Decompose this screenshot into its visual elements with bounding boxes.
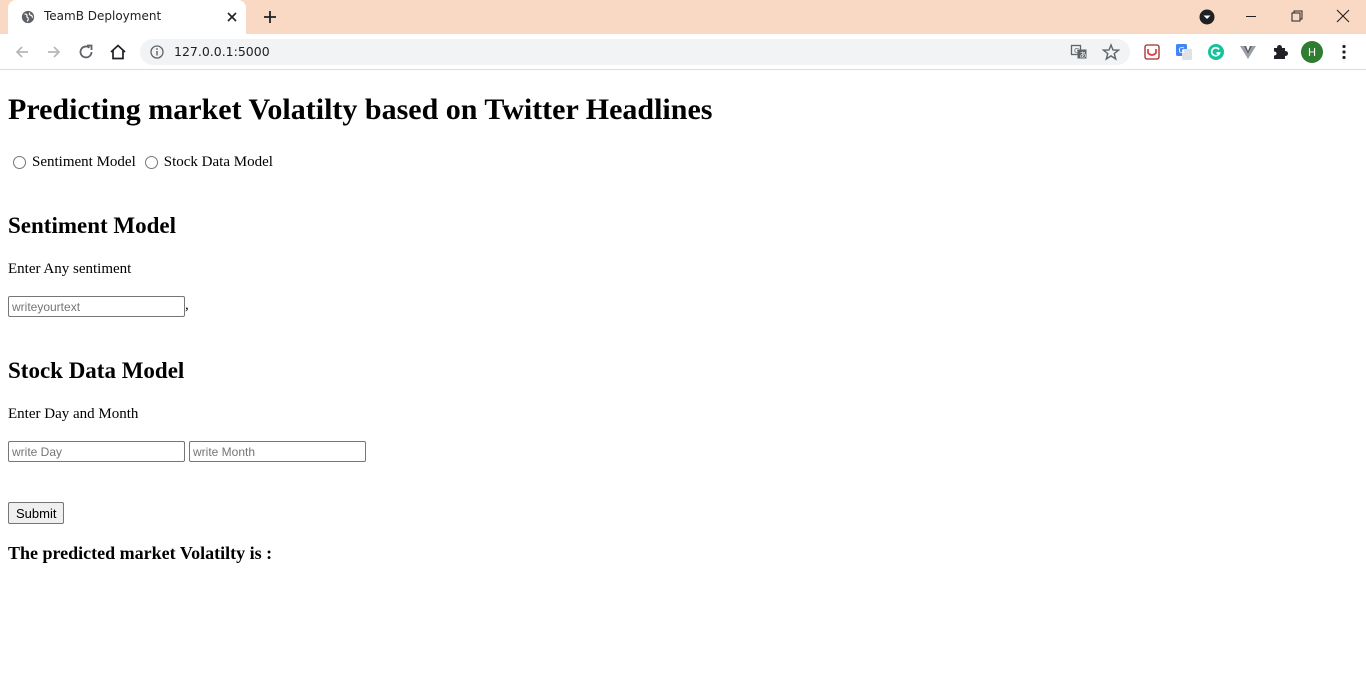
day-input[interactable]: [8, 441, 185, 462]
reload-button[interactable]: [76, 42, 96, 62]
tab-search-icon[interactable]: [1198, 8, 1216, 26]
kebab-menu-icon: [1342, 44, 1346, 60]
extensions-button[interactable]: [1270, 42, 1290, 62]
close-icon: [1336, 9, 1350, 23]
url-text: 127.0.0.1:5000: [174, 44, 270, 59]
svg-text:G: G: [1179, 46, 1185, 55]
puzzle-icon: [1274, 45, 1288, 59]
back-arrow-icon: [15, 46, 28, 58]
prediction-result: The predicted market Volatilty is :: [8, 543, 273, 563]
globe-icon: [21, 10, 35, 24]
star-icon[interactable]: [1102, 43, 1120, 61]
stock-heading: Stock Data Model: [8, 358, 185, 383]
trailing-comma: ,: [185, 297, 189, 313]
tab-strip: TeamB Deployment: [0, 0, 1366, 34]
info-icon[interactable]: [150, 45, 164, 59]
sentiment-heading: Sentiment Model: [8, 213, 177, 238]
reload-icon: [79, 44, 93, 59]
pocket-extension[interactable]: [1142, 42, 1162, 62]
pocket-icon: [1144, 44, 1160, 60]
model-selector: Sentiment Model Stock Data Model: [8, 152, 277, 172]
browser-toolbar: 127.0.0.1:5000 G あ G H: [0, 34, 1366, 70]
month-input[interactable]: [189, 441, 366, 462]
restore-icon: [1291, 10, 1303, 22]
browser-tab[interactable]: TeamB Deployment: [8, 0, 246, 34]
back-button[interactable]: [12, 42, 32, 62]
sentiment-input[interactable]: [8, 296, 185, 317]
window-close-button[interactable]: [1320, 0, 1366, 32]
grammarly-icon: [1208, 44, 1224, 60]
sentiment-prompt: Enter Any sentiment: [8, 261, 132, 277]
radio-stock-data-model[interactable]: [144, 155, 158, 169]
close-icon[interactable]: [224, 9, 240, 25]
minimize-icon: [1246, 16, 1256, 17]
browser-menu-button[interactable]: [1334, 42, 1354, 62]
translate-icon[interactable]: G あ: [1070, 43, 1088, 61]
radio-stock-label: Stock Data Model: [163, 153, 273, 170]
forward-button[interactable]: [44, 42, 64, 62]
vuetify-icon: [1240, 46, 1256, 59]
address-bar[interactable]: 127.0.0.1:5000 G あ: [140, 39, 1130, 65]
vuetify-extension[interactable]: [1238, 42, 1258, 62]
home-icon: [110, 44, 126, 60]
svg-text:あ: あ: [1080, 51, 1087, 59]
radio-sentiment-label: Sentiment Model: [32, 153, 136, 170]
google-translate-icon: G: [1176, 44, 1192, 60]
radio-sentiment-model[interactable]: [13, 155, 26, 169]
minimize-button[interactable]: [1228, 0, 1274, 32]
home-button[interactable]: [108, 42, 128, 62]
page-title: Predicting market Volatilty based on Twi…: [8, 93, 713, 126]
stock-prompt: Enter Day and Month: [8, 406, 139, 422]
forward-arrow-icon: [48, 46, 61, 58]
restore-button[interactable]: [1274, 0, 1320, 32]
page-content: Predicting market Volatilty based on Twi…: [0, 71, 1366, 692]
submit-button[interactable]: Submit: [8, 502, 65, 524]
google-translate-extension[interactable]: G: [1174, 42, 1194, 62]
grammarly-extension[interactable]: [1206, 42, 1226, 62]
plus-icon[interactable]: [260, 7, 280, 27]
tab-title: TeamB Deployment: [44, 9, 162, 23]
profile-avatar[interactable]: H: [1301, 41, 1323, 63]
